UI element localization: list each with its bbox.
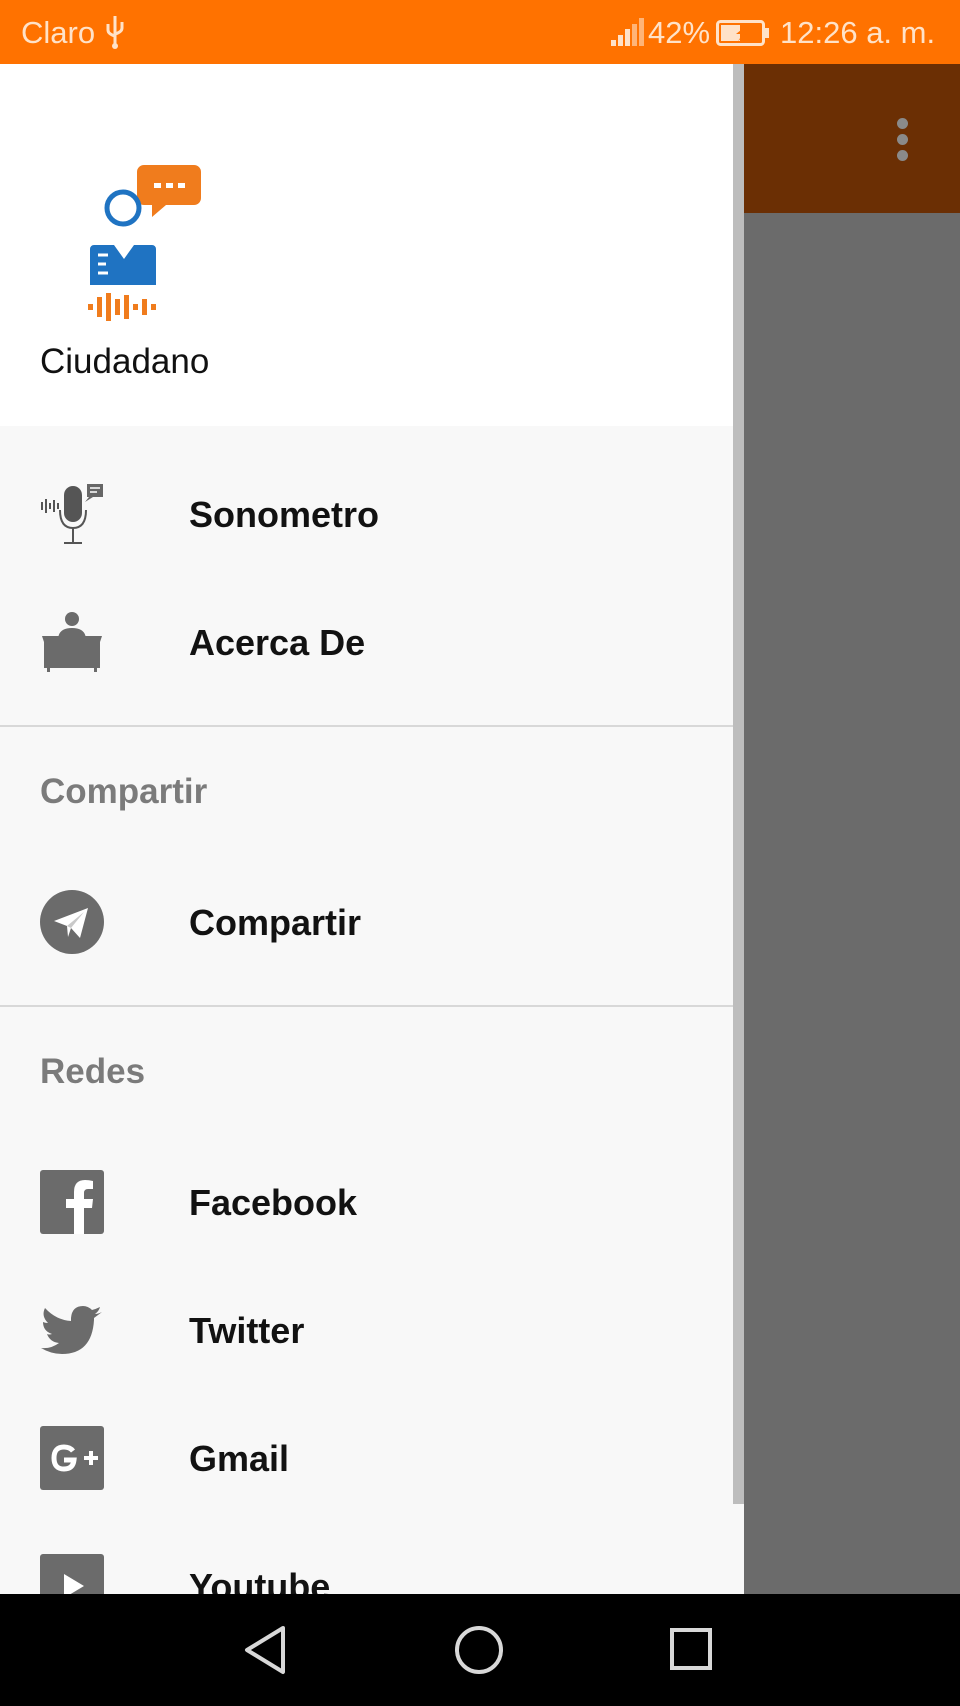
send-icon <box>40 890 104 954</box>
section-title-compartir: Compartir <box>40 772 208 811</box>
signal-icon <box>611 18 644 46</box>
menu-item-twitter[interactable]: Twitter <box>0 1266 733 1394</box>
menu-item-youtube[interactable]: Youtube <box>0 1522 733 1594</box>
battery-percent: 42% <box>648 15 711 50</box>
home-icon[interactable] <box>449 1620 509 1680</box>
overflow-menu-icon[interactable] <box>884 112 920 166</box>
battery-charging-icon <box>716 20 769 46</box>
app-content-scrim[interactable] <box>744 213 960 1594</box>
app-bar <box>744 64 960 213</box>
menu-item-facebook[interactable]: Facebook <box>0 1138 733 1266</box>
menu-item-gmail[interactable]: Gmail <box>0 1394 733 1522</box>
menu-item-compartir[interactable]: Compartir <box>0 858 733 986</box>
back-icon[interactable] <box>237 1620 297 1680</box>
microphone-icon <box>41 484 103 544</box>
menu-item-label: Twitter <box>189 1310 305 1351</box>
status-bar: Claro 42% 12:26 a. m. <box>0 0 960 64</box>
citizen-logo-icon <box>88 165 201 321</box>
menu-item-label: Compartir <box>189 902 362 943</box>
menu-item-label: Acerca De <box>189 622 366 663</box>
clock: 12:26 a. m. <box>780 15 936 50</box>
navigation-bar <box>0 1594 960 1706</box>
navigation-drawer: Ciudadano Sonometro Acerca De Compartir <box>0 64 744 1594</box>
menu-item-acerca-de[interactable]: Acerca De <box>0 578 733 706</box>
drawer-scrollbar[interactable] <box>733 64 744 1504</box>
menu-item-label: Youtube <box>189 1566 331 1594</box>
usb-icon <box>106 16 124 49</box>
drawer-header: Ciudadano <box>0 64 744 426</box>
menu-item-label: Sonometro <box>189 494 380 535</box>
menu-item-sonometro[interactable]: Sonometro <box>0 450 733 578</box>
twitter-icon <box>41 1306 102 1354</box>
google-plus-icon <box>40 1426 104 1490</box>
divider <box>0 1005 744 1007</box>
facebook-icon <box>40 1170 104 1234</box>
desk-person-icon <box>42 612 102 672</box>
menu-item-label: Facebook <box>189 1182 358 1223</box>
section-title-redes: Redes <box>40 1052 146 1091</box>
menu-item-label: Gmail <box>189 1438 290 1479</box>
youtube-icon <box>40 1554 104 1594</box>
carrier-name: Claro <box>21 15 96 50</box>
divider <box>0 725 744 727</box>
recent-apps-icon[interactable] <box>662 1620 722 1680</box>
drawer-title: Ciudadano <box>40 342 210 381</box>
